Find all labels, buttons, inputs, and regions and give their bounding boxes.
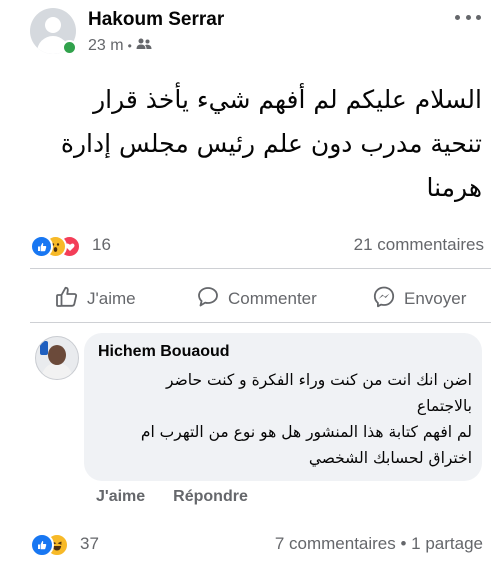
post-author-name[interactable]: Hakoum Serrar: [88, 9, 224, 31]
reaction-count[interactable]: 16: [92, 235, 111, 255]
post-header: Hakoum Serrar 23 m •: [0, 0, 491, 64]
comment-like-link[interactable]: J'aime: [96, 488, 145, 512]
comment-text-line: اختراق لحسابك الشخصي: [308, 449, 472, 467]
comment-button[interactable]: Commenter: [196, 278, 317, 320]
post-timestamp[interactable]: 23 m: [88, 37, 124, 55]
avatar-head-shape: [45, 17, 61, 33]
divider: [30, 268, 491, 269]
comment-button-label: Commenter: [228, 289, 317, 308]
divider: [30, 322, 491, 323]
reaction-count[interactable]: 37: [80, 534, 99, 554]
speech-bubble-icon: [196, 285, 228, 314]
avatar-shirt-shape: [42, 363, 72, 379]
next-post-stats: 37 7 commentaires • 1 partage: [0, 530, 491, 560]
comments-count-link[interactable]: 21 commentaires: [354, 235, 484, 255]
more-dot: [455, 14, 460, 20]
post-actions: J'aime Commenter Envoyer: [0, 278, 491, 320]
reactions-summary: 16 21 commentaires: [0, 230, 491, 260]
more-options-icon[interactable]: [455, 8, 481, 26]
like-icon: [30, 235, 53, 258]
commenter-avatar[interactable]: [35, 336, 79, 380]
avatar-face-shape: [48, 345, 66, 365]
comment-actions: J'aime Répondre: [96, 488, 276, 512]
post-body-text: السلام عليكم لم أفهم شيء يأخذ قرار تنحية …: [40, 78, 482, 210]
meta-separator: •: [127, 39, 132, 53]
send-button[interactable]: Envoyer: [372, 278, 466, 320]
commenter-name[interactable]: Hichem Bouaoud: [98, 343, 230, 361]
avatar-accent-shape: [40, 341, 48, 355]
online-status-indicator: [62, 40, 77, 55]
send-button-label: Envoyer: [404, 289, 467, 308]
thumbs-up-icon: [55, 285, 87, 314]
messenger-icon: [372, 285, 404, 314]
comment-text-line: اضن انك انت من كنت وراء الفكرة و كنت حاض…: [166, 371, 472, 389]
more-dot: [465, 14, 471, 20]
like-button-label: J'aime: [87, 289, 136, 308]
more-dot: [476, 14, 481, 20]
like-button[interactable]: J'aime: [55, 278, 136, 320]
like-icon: [30, 533, 54, 557]
comments-shares-count[interactable]: 7 commentaires • 1 partage: [275, 534, 483, 554]
comment-text-line: لم افهم كتابة هذا المنشور هل هو نوع من ا…: [140, 423, 472, 441]
post-text-line: تنحية مدرب دون علم رئيس مجلس إدارة: [60, 129, 482, 158]
comment-text-line: بالاجتماع: [416, 397, 472, 415]
comment-reply-link[interactable]: Répondre: [173, 488, 248, 512]
post-meta: 23 m •: [88, 36, 152, 56]
post-text-line: السلام عليكم لم أفهم شيء يأخذ قرار: [93, 85, 482, 114]
post-text-line: هرمنا: [426, 173, 482, 202]
friends-icon[interactable]: [136, 37, 152, 55]
comment-bubble: Hichem Bouaoud اضن انك انت من كنت وراء ا…: [84, 333, 482, 481]
comment-body-text: اضن انك انت من كنت وراء الفكرة و كنت حاض…: [98, 367, 472, 471]
